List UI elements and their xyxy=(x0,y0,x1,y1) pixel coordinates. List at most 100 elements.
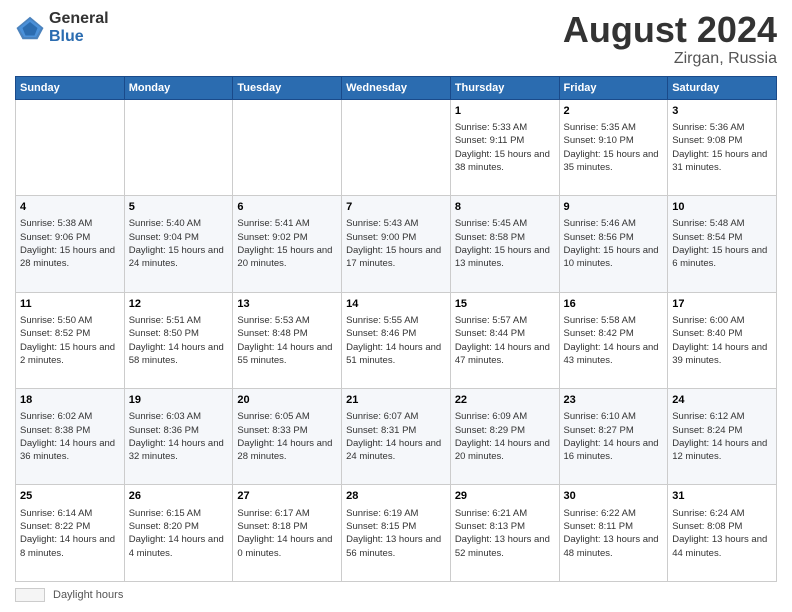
day-number: 2 xyxy=(564,104,664,119)
table-row: 3 Sunrise: 5:36 AM Sunset: 9:08 PM Daylig… xyxy=(668,99,777,195)
logo-text: General Blue xyxy=(49,10,109,45)
table-row: 26 Sunrise: 6:15 AM Sunset: 8:20 PM Dayli… xyxy=(124,485,233,582)
day-info: Sunrise: 5:33 AM Sunset: 9:11 PM Dayligh… xyxy=(455,121,555,174)
table-row: 6Sunrise: 5:41 AM Sunset: 9:02 PM Daylig… xyxy=(233,196,342,292)
day-info: Sunrise: 5:40 AM Sunset: 9:04 PM Dayligh… xyxy=(129,217,229,270)
table-row: 24Sunrise: 6:12 AM Sunset: 8:24 PM Dayli… xyxy=(668,389,777,485)
day-info: Sunrise: 5:58 AM Sunset: 8:42 PM Dayligh… xyxy=(564,314,664,367)
table-row: 23Sunrise: 6:10 AM Sunset: 8:27 PM Dayli… xyxy=(559,389,668,485)
day-number: 22 xyxy=(455,393,555,408)
daylight-swatch xyxy=(15,588,45,602)
day-number: 28 xyxy=(346,489,446,504)
logo-general: General xyxy=(49,10,109,28)
day-number: 4 xyxy=(20,200,120,215)
col-wednesday: Wednesday xyxy=(342,76,451,99)
table-row: 17Sunrise: 6:00 AM Sunset: 8:40 PM Dayli… xyxy=(668,292,777,388)
calendar-week-row: 18 Sunrise: 6:02 AM Sunset: 8:38 PM Dayli… xyxy=(16,389,777,485)
day-info: Sunrise: 5:43 AM Sunset: 9:00 PM Dayligh… xyxy=(346,217,446,270)
day-info: Sunrise: 6:07 AM Sunset: 8:31 PM Dayligh… xyxy=(346,410,446,463)
table-row xyxy=(342,99,451,195)
day-number: 1 xyxy=(455,104,555,119)
day-info: Sunrise: 6:03 AM Sunset: 8:36 PM Dayligh… xyxy=(129,410,229,463)
logo-blue: Blue xyxy=(49,28,109,46)
day-number: 7 xyxy=(346,200,446,215)
table-row: 20Sunrise: 6:05 AM Sunset: 8:33 PM Dayli… xyxy=(233,389,342,485)
logo-icon xyxy=(15,13,45,43)
col-friday: Friday xyxy=(559,76,668,99)
day-number: 12 xyxy=(129,297,229,312)
day-info: Sunrise: 5:48 AM Sunset: 8:54 PM Dayligh… xyxy=(672,217,772,270)
table-row xyxy=(233,99,342,195)
table-row: 30 Sunrise: 6:22 AM Sunset: 8:11 PM Dayli… xyxy=(559,485,668,582)
day-info: Sunrise: 5:38 AM Sunset: 9:06 PM Dayligh… xyxy=(20,217,120,270)
table-row xyxy=(124,99,233,195)
header: General Blue August 2024 Zirgan, Russia xyxy=(15,10,777,68)
day-number: 11 xyxy=(20,297,120,312)
day-number: 18 xyxy=(20,393,120,408)
day-info: Sunrise: 6:14 AM Sunset: 8:22 PM Dayligh… xyxy=(20,507,120,560)
day-number: 16 xyxy=(564,297,664,312)
table-row: 31Sunrise: 6:24 AM Sunset: 8:08 PM Dayli… xyxy=(668,485,777,582)
calendar-header-row: Sunday Monday Tuesday Wednesday Thursday… xyxy=(16,76,777,99)
footer: Daylight hours xyxy=(15,588,777,602)
day-number: 5 xyxy=(129,200,229,215)
table-row: 2 Sunrise: 5:35 AM Sunset: 9:10 PM Daylig… xyxy=(559,99,668,195)
month-year: August 2024 xyxy=(563,10,777,50)
calendar-week-row: 11 Sunrise: 5:50 AM Sunset: 8:52 PM Dayli… xyxy=(16,292,777,388)
title-block: August 2024 Zirgan, Russia xyxy=(563,10,777,68)
table-row: 13Sunrise: 5:53 AM Sunset: 8:48 PM Dayli… xyxy=(233,292,342,388)
day-info: Sunrise: 5:50 AM Sunset: 8:52 PM Dayligh… xyxy=(20,314,120,367)
day-info: Sunrise: 5:36 AM Sunset: 9:08 PM Dayligh… xyxy=(672,121,772,174)
table-row: 7 Sunrise: 5:43 AM Sunset: 9:00 PM Daylig… xyxy=(342,196,451,292)
day-number: 14 xyxy=(346,297,446,312)
calendar-week-row: 4 Sunrise: 5:38 AM Sunset: 9:06 PM Daylig… xyxy=(16,196,777,292)
table-row: 5 Sunrise: 5:40 AM Sunset: 9:04 PM Daylig… xyxy=(124,196,233,292)
day-number: 27 xyxy=(237,489,337,504)
table-row: 18 Sunrise: 6:02 AM Sunset: 8:38 PM Dayli… xyxy=(16,389,125,485)
table-row xyxy=(16,99,125,195)
day-number: 13 xyxy=(237,297,337,312)
day-info: Sunrise: 6:21 AM Sunset: 8:13 PM Dayligh… xyxy=(455,507,555,560)
day-number: 9 xyxy=(564,200,664,215)
table-row: 11 Sunrise: 5:50 AM Sunset: 8:52 PM Dayli… xyxy=(16,292,125,388)
day-info: Sunrise: 6:02 AM Sunset: 8:38 PM Dayligh… xyxy=(20,410,120,463)
day-number: 30 xyxy=(564,489,664,504)
table-row: 1 Sunrise: 5:33 AM Sunset: 9:11 PM Daylig… xyxy=(450,99,559,195)
day-number: 29 xyxy=(455,489,555,504)
table-row: 12 Sunrise: 5:51 AM Sunset: 8:50 PM Dayli… xyxy=(124,292,233,388)
table-row: 8 Sunrise: 5:45 AM Sunset: 8:58 PM Daylig… xyxy=(450,196,559,292)
table-row: 19 Sunrise: 6:03 AM Sunset: 8:36 PM Dayli… xyxy=(124,389,233,485)
day-info: Sunrise: 5:57 AM Sunset: 8:44 PM Dayligh… xyxy=(455,314,555,367)
day-number: 26 xyxy=(129,489,229,504)
col-tuesday: Tuesday xyxy=(233,76,342,99)
day-number: 17 xyxy=(672,297,772,312)
table-row: 27 Sunrise: 6:17 AM Sunset: 8:18 PM Dayli… xyxy=(233,485,342,582)
day-number: 8 xyxy=(455,200,555,215)
daylight-label: Daylight hours xyxy=(53,589,123,601)
table-row: 29 Sunrise: 6:21 AM Sunset: 8:13 PM Dayli… xyxy=(450,485,559,582)
day-number: 19 xyxy=(129,393,229,408)
table-row: 25Sunrise: 6:14 AM Sunset: 8:22 PM Dayli… xyxy=(16,485,125,582)
day-number: 20 xyxy=(237,393,337,408)
table-row: 4 Sunrise: 5:38 AM Sunset: 9:06 PM Daylig… xyxy=(16,196,125,292)
day-number: 10 xyxy=(672,200,772,215)
table-row: 9 Sunrise: 5:46 AM Sunset: 8:56 PM Daylig… xyxy=(559,196,668,292)
table-row: 10 Sunrise: 5:48 AM Sunset: 8:54 PM Dayli… xyxy=(668,196,777,292)
day-info: Sunrise: 5:51 AM Sunset: 8:50 PM Dayligh… xyxy=(129,314,229,367)
day-info: Sunrise: 5:45 AM Sunset: 8:58 PM Dayligh… xyxy=(455,217,555,270)
day-info: Sunrise: 6:17 AM Sunset: 8:18 PM Dayligh… xyxy=(237,507,337,560)
table-row: 15Sunrise: 5:57 AM Sunset: 8:44 PM Dayli… xyxy=(450,292,559,388)
table-row: 28Sunrise: 6:19 AM Sunset: 8:15 PM Dayli… xyxy=(342,485,451,582)
day-info: Sunrise: 6:15 AM Sunset: 8:20 PM Dayligh… xyxy=(129,507,229,560)
day-info: Sunrise: 5:46 AM Sunset: 8:56 PM Dayligh… xyxy=(564,217,664,270)
day-number: 21 xyxy=(346,393,446,408)
day-number: 23 xyxy=(564,393,664,408)
day-number: 3 xyxy=(672,104,772,119)
table-row: 21 Sunrise: 6:07 AM Sunset: 8:31 PM Dayli… xyxy=(342,389,451,485)
day-info: Sunrise: 6:22 AM Sunset: 8:11 PM Dayligh… xyxy=(564,507,664,560)
day-info: Sunrise: 5:41 AM Sunset: 9:02 PM Dayligh… xyxy=(237,217,337,270)
location: Zirgan, Russia xyxy=(563,50,777,68)
day-info: Sunrise: 5:35 AM Sunset: 9:10 PM Dayligh… xyxy=(564,121,664,174)
col-thursday: Thursday xyxy=(450,76,559,99)
col-saturday: Saturday xyxy=(668,76,777,99)
